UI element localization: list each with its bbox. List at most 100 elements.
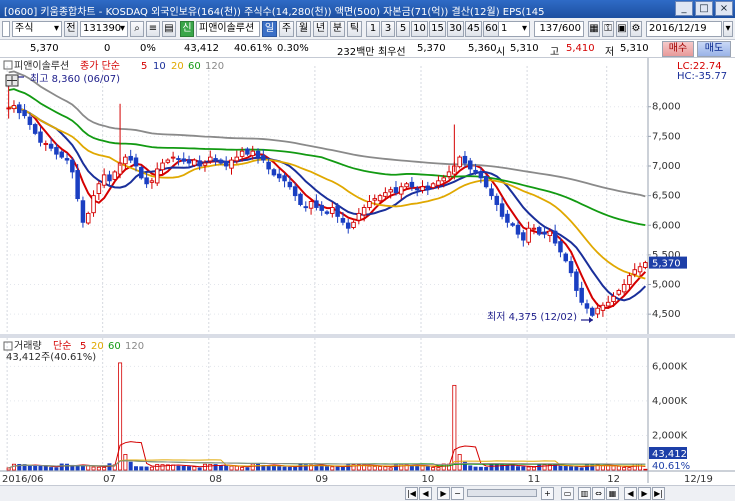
candle-body [160, 162, 165, 171]
interval-button-3[interactable]: 3 [381, 21, 395, 37]
split-icon[interactable]: ▥ [578, 487, 591, 500]
candle-body [292, 186, 298, 197]
candle-body [319, 204, 324, 211]
candle-body [170, 156, 176, 159]
volume-bar [531, 466, 536, 471]
fit-icon[interactable]: ▭ [561, 487, 574, 500]
menu-grip-icon[interactable] [2, 21, 10, 37]
open-price: 5,310 [510, 43, 539, 54]
volume-bar [484, 467, 489, 471]
volume-bar [282, 466, 287, 471]
prev-button[interactable]: 전 [64, 21, 78, 37]
expand-icon[interactable]: ⇔ [592, 487, 605, 500]
low-note: 최저 4,375 (12/02) [487, 311, 577, 323]
period-button-2[interactable]: 월 [296, 21, 311, 37]
volume-bar [91, 466, 96, 471]
count-field[interactable]: 137/600 [534, 21, 584, 37]
interval-value-select[interactable]: 1 ▾ [498, 21, 530, 37]
period-button-3[interactable]: 년 [313, 21, 328, 37]
volume-bar [606, 465, 611, 471]
volume-bar [452, 384, 457, 471]
candle-body [91, 195, 96, 214]
candle-body [468, 160, 473, 170]
volume-bar [415, 465, 420, 471]
candle-body [510, 223, 515, 226]
price-axis-label: 6,000 [652, 220, 681, 231]
candle-body [552, 230, 558, 244]
candle-body [361, 207, 367, 216]
next-page-icon[interactable]: ▶ [437, 487, 450, 500]
volume-bar [431, 467, 436, 471]
high-price: 5,410 [566, 43, 595, 54]
price-axis-label: 7,500 [652, 131, 681, 142]
candle-body [505, 213, 510, 223]
scroll-right-icon[interactable]: ▶ [638, 487, 651, 500]
interval-button-10[interactable]: 10 [411, 21, 428, 37]
candle-body [584, 303, 590, 309]
candle-body [420, 186, 425, 191]
chart-area[interactable]: 피앤이솔루션 종가 단순 5 10 20 60 120 최고 8,360 (06… [0, 58, 735, 501]
period-button-4[interactable]: 분 [330, 21, 345, 37]
candle-body [255, 150, 261, 158]
candle-body [393, 187, 399, 194]
candle-body [144, 177, 149, 185]
minimize-button[interactable]: _ [675, 1, 693, 16]
period-button-5[interactable]: 틱 [347, 21, 362, 37]
zoom-in-icon[interactable]: + [541, 487, 554, 500]
date-field[interactable]: 2016/12/19 [646, 21, 722, 37]
chevron-down-icon: ▾ [53, 23, 59, 34]
list-icon[interactable]: ≡ [146, 21, 160, 37]
sell-button[interactable]: 매도 [697, 41, 731, 57]
panel-splitter[interactable] [0, 334, 735, 338]
interval-button-1[interactable]: 1 [366, 21, 380, 37]
stock-code-input[interactable]: 131390 ▾ [80, 21, 128, 37]
candle-body [101, 174, 107, 186]
period-button-1[interactable]: 주 [279, 21, 294, 37]
volume-bar [240, 467, 245, 471]
buy-button[interactable]: 매수 [662, 41, 694, 57]
candle-body [80, 200, 86, 223]
candle-body [568, 261, 574, 274]
scroll-left-icon[interactable]: ◀ [624, 487, 637, 500]
interval-button-5[interactable]: 5 [396, 21, 410, 37]
volume-bar [49, 467, 54, 471]
lock-icon[interactable]: ⚿ [602, 21, 614, 37]
market-select[interactable]: 주식 ▾ [12, 21, 62, 37]
candle-body [181, 158, 186, 162]
interval-button-15[interactable]: 15 [429, 21, 446, 37]
interval-button-30[interactable]: 30 [447, 21, 464, 37]
grid-icon[interactable]: ▦ [588, 21, 600, 37]
volume-bar [638, 463, 643, 471]
candle-body [59, 151, 64, 158]
candle-body [308, 201, 314, 209]
interval-button-45[interactable]: 45 [465, 21, 482, 37]
last-page-icon[interactable]: ▶| [652, 487, 665, 500]
calendar-icon[interactable]: ▾ [723, 21, 733, 37]
candle-body [345, 222, 351, 229]
period-button-0[interactable]: 일 [262, 21, 277, 37]
scroll-track[interactable] [467, 489, 537, 497]
save-icon[interactable]: ▣ [616, 21, 628, 37]
volume-bar [133, 466, 138, 471]
volume-bar [468, 465, 473, 471]
candle-body [250, 150, 255, 157]
volume-bar [627, 467, 632, 471]
volume-bar [139, 466, 144, 471]
candle-body [351, 221, 356, 228]
zoom-out-icon[interactable]: − [451, 487, 464, 500]
ma20-label: 20 [171, 61, 184, 72]
search-icon[interactable]: ⌕ [130, 21, 144, 37]
gear-icon[interactable]: ⚙ [630, 21, 642, 37]
volume-bar [234, 465, 239, 471]
price-volume-chart[interactable]: 피앤이솔루션 종가 단순 5 10 20 60 120 최고 8,360 (06… [0, 58, 735, 501]
prev-page-icon[interactable]: ◀ [419, 487, 432, 500]
maximize-button[interactable]: □ [695, 1, 713, 16]
volume-bar [521, 466, 526, 471]
table-icon[interactable]: ▦ [606, 487, 619, 500]
status-bar: |◀ ◀ ▶ − + ▭ ▥ ⇔ ▦ ◀ ▶ ▶| [0, 485, 735, 501]
candle-body [133, 157, 139, 167]
first-page-icon[interactable]: |◀ [405, 487, 418, 500]
memo-icon[interactable]: ▤ [162, 21, 176, 37]
volume-bar [510, 465, 515, 471]
close-button[interactable]: × [715, 1, 733, 16]
